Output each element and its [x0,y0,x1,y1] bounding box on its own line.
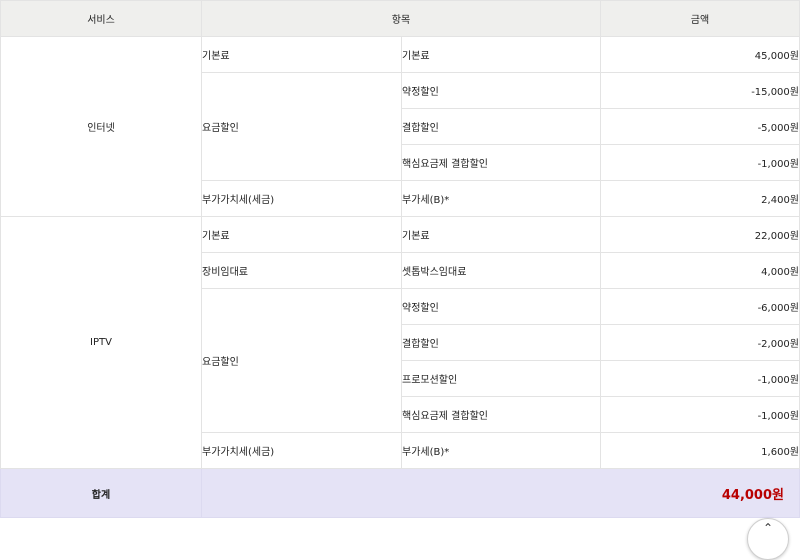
category-cell: 부가가치세(세금) [201,180,402,217]
item-cell: 결합할인 [401,324,601,361]
table-row: IPTV 기본료 기본료 22,000원 [0,216,800,469]
amount-cell: -5,000원 [600,108,800,145]
table-row: 인터넷 기본료 기본료 45,000원 [0,36,800,217]
amount-cell: 4,000원 [600,252,800,289]
item-cell: 결합할인 [401,108,601,145]
amount-cell: -1,000원 [600,396,800,433]
header-amount: 금액 [600,0,800,37]
category-cell: 요금할인 [201,72,402,181]
header-service: 서비스 [0,0,202,37]
total-amount: 44,000원 [201,468,800,518]
billing-table: 서비스 항목 금액 인터넷 기본료 기본료 45,000원 요금할인 약정할인 … [0,0,800,518]
amount-cell: 1,600원 [600,432,800,469]
service-internet: 인터넷 [0,36,202,217]
amount-cell: -6,000원 [600,288,800,325]
amount-cell: -1,000원 [600,360,800,397]
item-cell: 약정할인 [401,288,601,325]
service-iptv: IPTV [0,216,202,469]
item-cell: 기본료 [401,216,601,253]
category-cell: 기본료 [201,36,402,73]
amount-cell: -2,000원 [600,324,800,361]
amount-cell: -15,000원 [600,72,800,109]
category-cell: 기본료 [201,216,402,253]
item-cell: 부가세(B)* [401,432,601,469]
item-cell: 핵심요금제 결합할인 [401,396,601,433]
item-cell: 핵심요금제 결합할인 [401,144,601,181]
amount-cell: -1,000원 [600,144,800,181]
item-cell: 부가세(B)* [401,180,601,217]
total-label: 합계 [0,468,202,518]
item-cell: 기본료 [401,36,601,73]
item-cell: 셋톱박스임대료 [401,252,601,289]
amount-cell: 2,400원 [600,180,800,217]
total-row: 합계 44,000원 [0,468,800,518]
item-cell: 약정할인 [401,72,601,109]
amount-cell: 45,000원 [600,36,800,73]
item-cell: 프로모션할인 [401,360,601,397]
category-cell: 부가가치세(세금) [201,432,402,469]
table-header-row: 서비스 항목 금액 [0,0,800,37]
category-cell: 장비임대료 [201,252,402,289]
header-item: 항목 [201,0,601,37]
scroll-top-button[interactable]: ⌃ [747,518,789,560]
category-cell: 요금할인 [201,288,402,433]
amount-cell: 22,000원 [600,216,800,253]
chevron-up-icon: ⌃ [762,521,774,535]
